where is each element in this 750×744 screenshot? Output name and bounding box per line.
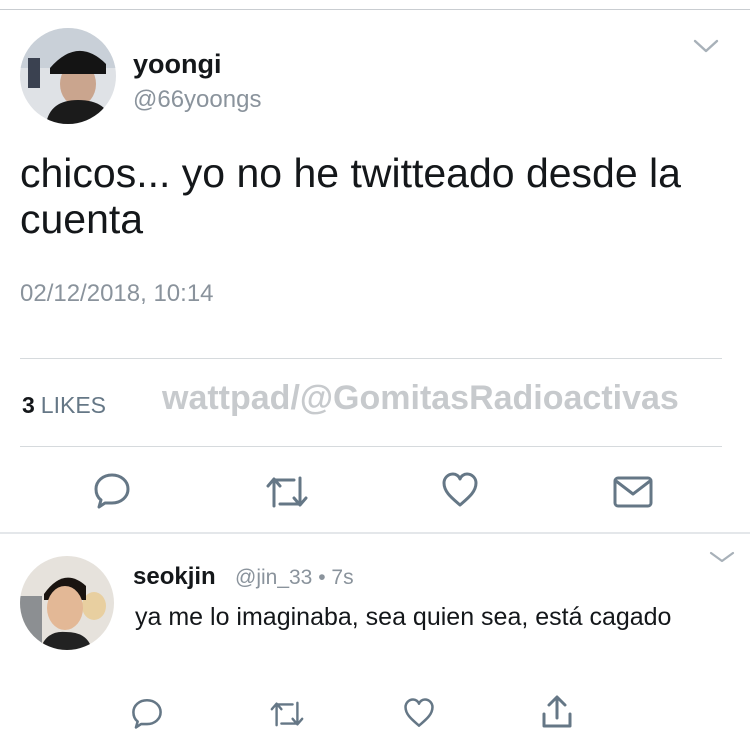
reply-time[interactable]: 7s (331, 566, 353, 589)
share-icon[interactable] (540, 694, 574, 735)
likes-count: 3 (22, 392, 35, 418)
reply-avatar[interactable] (20, 556, 114, 650)
like-icon[interactable] (440, 471, 480, 514)
message-icon[interactable] (612, 475, 654, 514)
reply-text: ya me lo imaginaba, sea quien sea, está … (135, 603, 672, 631)
tweet-timestamp[interactable]: 02/12/2018, 10:14 (20, 280, 214, 308)
reply-icon[interactable] (92, 470, 132, 515)
meta-separator: • (318, 566, 326, 589)
chevron-down-icon[interactable] (692, 38, 720, 59)
likes-label: LIKES (40, 392, 107, 418)
stats-divider-bottom (20, 446, 722, 447)
retweet-icon[interactable] (268, 698, 306, 735)
tweet-separator (0, 532, 750, 534)
watermark: wattpad/@GomitasRadioactivas (162, 379, 679, 417)
author-avatar[interactable] (20, 28, 116, 124)
reply-author-name[interactable]: seokjin (133, 563, 216, 591)
author-handle[interactable]: @66yoongs (133, 86, 261, 114)
tweet-text: chicos... yo no he twitteado desde la cu… (20, 150, 681, 242)
chevron-down-icon[interactable] (708, 550, 736, 569)
reply-icon[interactable] (130, 696, 164, 735)
reply-meta: @jin_33 • 7s (235, 566, 354, 590)
reply-author-handle[interactable]: @jin_33 (235, 566, 312, 589)
retweet-icon[interactable] (264, 472, 310, 517)
like-icon[interactable] (402, 697, 436, 734)
top-divider (0, 9, 750, 10)
author-name[interactable]: yoongi (133, 49, 222, 80)
likes-stat[interactable]: 3 LIKES (22, 392, 106, 419)
stats-divider-top (20, 358, 722, 359)
